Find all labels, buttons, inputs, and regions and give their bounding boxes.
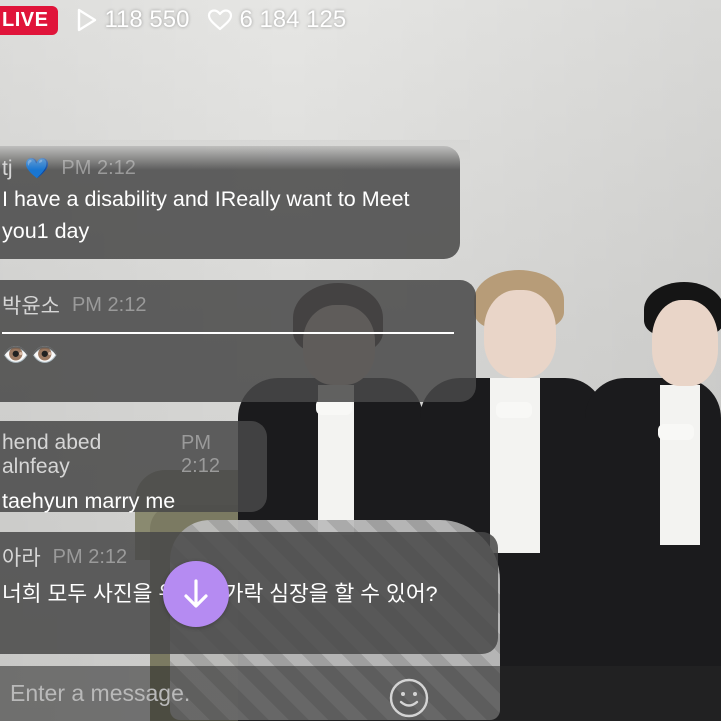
- chat-fade: [0, 140, 470, 170]
- chat-time: PM 2:12: [181, 432, 220, 477]
- chat-time: PM 2:12: [71, 293, 147, 316]
- chat-meta: 박윤소 PM 2:12: [2, 290, 462, 320]
- chat-message: 아라 PM 2:12 너희 모두 사진을 위해 손가락 심장을 할 수 있어?: [0, 532, 498, 654]
- scroll-to-latest-button[interactable]: [163, 561, 229, 627]
- chat-feed: tj 💙 PM 2:12 I have a disability and IRe…: [0, 0, 721, 721]
- chat-meta: 아라 PM 2:12: [2, 542, 484, 572]
- chat-text: taehyun marry me: [2, 489, 176, 513]
- chat-text: 너희 모두 사진을 위해 손가락 심장을 할 수 있어?: [2, 582, 438, 606]
- chat-author: 박윤소: [2, 295, 60, 318]
- chat-meta: hend abed alnfeay PM 2:12: [2, 431, 253, 479]
- arrow-down-icon: [184, 579, 208, 608]
- chat-time: PM 2:12: [52, 545, 128, 568]
- chat-message: 박윤소 PM 2:12 👁️👁️: [0, 280, 476, 402]
- chat-text: I have a disability and IReally want to …: [2, 187, 410, 243]
- chat-author: hend abed alnfeay: [2, 431, 102, 478]
- divider-line: [2, 332, 454, 334]
- smiley-icon[interactable]: [388, 677, 430, 719]
- chat-author: 아라: [2, 547, 41, 570]
- message-input[interactable]: [0, 679, 382, 708]
- chat-message: hend abed alnfeay PM 2:12 taehyun marry …: [0, 421, 267, 513]
- message-bar: [0, 666, 721, 721]
- chat-text: 👁️👁️: [2, 342, 61, 367]
